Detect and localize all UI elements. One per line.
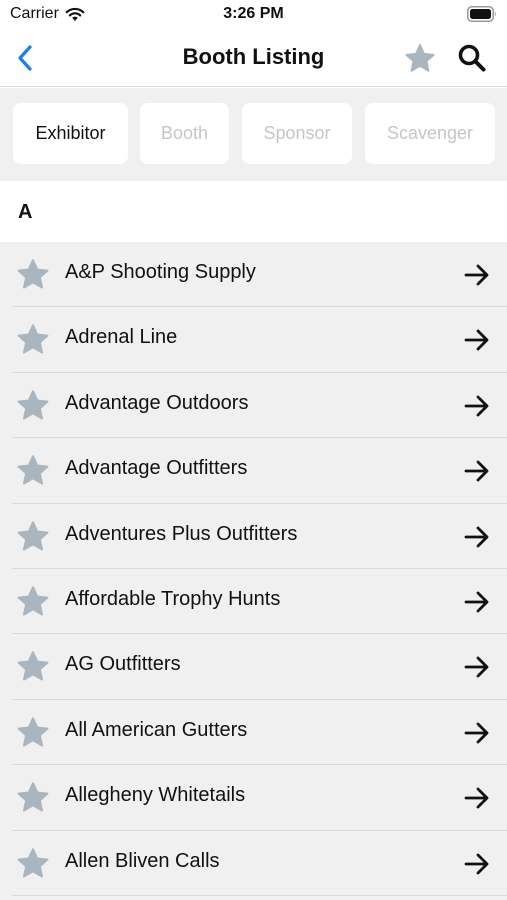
list-item[interactable]: Adventures Plus Outfitters	[0, 504, 507, 570]
favorite-star-icon[interactable]	[15, 780, 51, 816]
favorite-star-icon[interactable]	[15, 257, 51, 293]
booth-name: Adrenal Line	[65, 326, 178, 349]
favorite-star-icon[interactable]	[15, 846, 51, 882]
filter-sponsor-button[interactable]: Sponsor	[242, 103, 352, 164]
list-item[interactable]: A&P Shooting Supply	[0, 242, 507, 308]
section-letter: A	[18, 201, 33, 223]
booth-name: Allen Bliven Calls	[65, 849, 220, 872]
favorites-button[interactable]	[401, 41, 439, 77]
arrow-right-icon[interactable]	[463, 523, 491, 551]
booth-name: Adventures Plus Outfitters	[65, 522, 298, 545]
booth-name: A&P Shooting Supply	[65, 261, 256, 283]
booth-name: Affordable Trophy Hunts	[65, 587, 281, 610]
booth-name: AG Outfitters	[65, 653, 181, 676]
list-item[interactable]: All American Gutters	[0, 700, 507, 766]
booth-list[interactable]: A&P Shooting Supply Adrenal Line Advanta…	[0, 242, 507, 900]
list-item[interactable]: Advantage Outdoors	[0, 373, 507, 439]
favorite-star-icon[interactable]	[15, 388, 51, 424]
booth-name: All American Gutters	[65, 718, 248, 741]
booth-name: Advantage Outfitters	[65, 457, 248, 480]
search-button[interactable]	[454, 40, 490, 76]
list-item[interactable]: Affordable Trophy Hunts	[0, 569, 507, 635]
arrow-right-icon[interactable]	[463, 719, 491, 747]
arrow-right-icon[interactable]	[463, 326, 491, 354]
filter-exhibitor-button[interactable]: Exhibitor	[13, 103, 128, 164]
favorite-star-icon[interactable]	[15, 584, 51, 620]
list-item[interactable]: Allegheny Whitetails	[0, 765, 507, 831]
status-time: 3:26 PM	[223, 5, 284, 22]
arrow-right-icon[interactable]	[463, 850, 491, 878]
search-icon	[458, 44, 486, 72]
star-icon	[405, 44, 435, 72]
filter-booth-button[interactable]: Booth	[140, 103, 229, 164]
arrow-right-icon[interactable]	[463, 784, 491, 812]
section-header: A	[0, 181, 507, 242]
arrow-right-icon[interactable]	[463, 653, 491, 681]
battery-icon	[467, 6, 496, 22]
favorite-star-icon[interactable]	[15, 649, 51, 685]
arrow-right-icon[interactable]	[463, 457, 491, 485]
list-item[interactable]: AG Outfitters	[0, 634, 507, 701]
filter-scavenger-button[interactable]: Scavenger	[365, 103, 495, 164]
favorite-star-icon[interactable]	[15, 715, 51, 751]
booth-name: Advantage Outdoors	[65, 391, 249, 414]
arrow-right-icon[interactable]	[463, 588, 491, 616]
arrow-right-icon[interactable]	[463, 261, 491, 289]
list-item[interactable]: Allen Bliven Calls	[0, 831, 507, 897]
status-bar: Carrier 3:26 PM	[0, 0, 507, 30]
favorite-star-icon[interactable]	[15, 453, 51, 489]
list-item[interactable]: Advantage Outfitters	[0, 438, 507, 504]
arrow-right-icon[interactable]	[463, 392, 491, 420]
list-item[interactable]: Adrenal Line	[0, 307, 507, 374]
navigation-bar: Booth Listing	[0, 30, 507, 87]
filter-bar: Exhibitor Booth Sponsor Scavenger	[0, 88, 507, 181]
favorite-star-icon[interactable]	[15, 322, 51, 358]
booth-name: Allegheny Whitetails	[65, 784, 246, 807]
favorite-star-icon[interactable]	[15, 519, 51, 555]
